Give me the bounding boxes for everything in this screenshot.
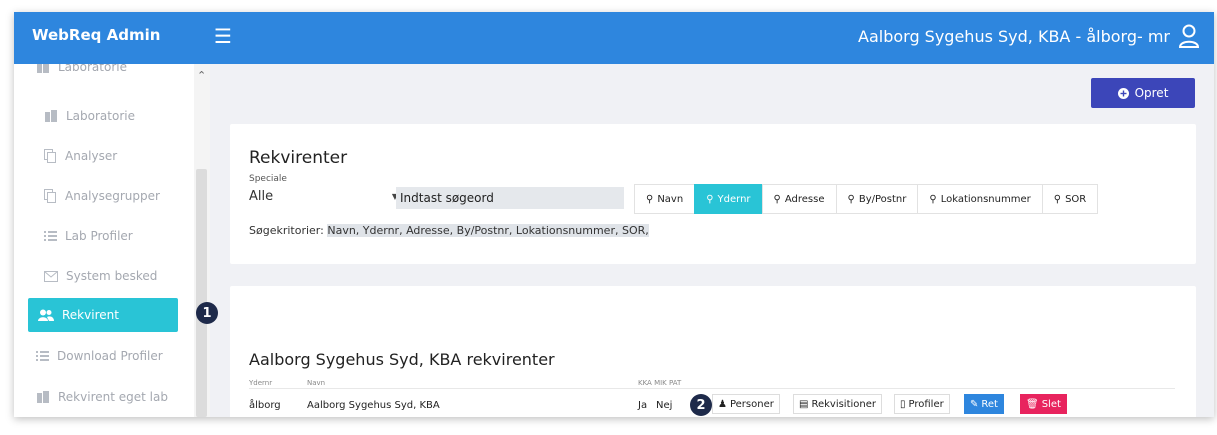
sidebar-item-label: Download Profiler xyxy=(57,349,163,363)
sidebar-item-label: Laboratorie xyxy=(58,64,127,74)
delete-button[interactable]: 🗑 Slet xyxy=(1020,394,1067,414)
criteria-label: Søgekritorier: xyxy=(249,224,324,237)
user-area[interactable]: Aalborg Sygehus Syd, KBA - ålborg- mr xyxy=(858,24,1200,48)
edit-icon: ✎ xyxy=(970,398,979,410)
sidebar-item-label: Laboratorie xyxy=(66,109,135,123)
edit-button[interactable]: ✎ Ret xyxy=(964,394,1004,414)
button-label: Ret xyxy=(981,398,998,410)
scrollbar-thumb[interactable] xyxy=(196,169,207,417)
personer-button[interactable]: ♟ Personer xyxy=(712,394,780,414)
button-label: Adresse xyxy=(784,193,825,205)
users-icon xyxy=(38,309,54,321)
cell-ydernr: ålborg xyxy=(249,400,281,411)
sidebar-item-label: Lab Profiler xyxy=(65,229,133,243)
sidebar-item-system-besked[interactable]: System besked xyxy=(44,269,157,283)
search-by-sor-button[interactable]: ⚲ SOR xyxy=(1041,184,1099,214)
search-field-buttons: ⚲ Navn ⚲ Ydernr ⚲ Adresse ⚲ By/Postnr ⚲ Lokat… xyxy=(634,184,1099,214)
search-criteria: Søgekritorier: Navn, Ydernr, Adresse, By… xyxy=(249,224,649,237)
brand-logo[interactable]: WebReq Admin xyxy=(32,26,160,44)
rekvisitioner-button[interactable]: ▤ Rekvisitioner xyxy=(793,394,882,414)
sidebar-item-download-profiler[interactable]: Download Profiler xyxy=(36,349,163,363)
search-icon: ⚲ xyxy=(646,193,654,205)
sidebar-item-analysegrupper[interactable]: Analysegrupper xyxy=(44,189,160,203)
column-header-kka-mik-pat: KKA MIK PAT xyxy=(638,379,682,387)
button-label: By/Postnr xyxy=(858,193,907,205)
search-icon: ⚲ xyxy=(706,193,714,205)
column-header-ydernr: Ydernr xyxy=(249,379,273,387)
speciale-select[interactable]: Alle ▼ xyxy=(249,184,404,208)
create-button-label: Opret xyxy=(1134,86,1169,100)
user-context: Aalborg Sygehus Syd, KBA - ålborg- mr xyxy=(858,26,1170,46)
button-label: Ydernr xyxy=(717,193,751,205)
search-by-navn-button[interactable]: ⚲ Navn xyxy=(634,184,696,214)
user-icon[interactable] xyxy=(1178,24,1200,48)
building-icon xyxy=(45,110,57,122)
menu-toggle-icon[interactable]: ☰ xyxy=(214,24,232,48)
search-by-adresse-button[interactable]: ⚲ Adresse xyxy=(761,184,837,214)
sidebar-item-rekvirent-eget-lab[interactable]: Rekvirent eget lab xyxy=(36,390,168,404)
sidebar-item-laboratorie-group[interactable]: Laboratorie xyxy=(36,64,127,74)
sidebar-item-label: Rekvirent xyxy=(62,308,119,322)
list-icon xyxy=(44,231,57,241)
results-title: Aalborg Sygehus Syd, KBA rekvirenter xyxy=(249,350,555,369)
copy-icon xyxy=(44,189,56,203)
results-card: Aalborg Sygehus Syd, KBA rekvirenter Yde… xyxy=(230,286,1196,417)
sidebar-item-label: Analysegrupper xyxy=(65,189,160,203)
search-icon: ⚲ xyxy=(929,193,937,205)
main-content: Opret Rekvirenter Speciale Alle ▼ ⚲Navn … xyxy=(214,64,1214,417)
search-input[interactable] xyxy=(396,187,624,209)
button-label: Slet xyxy=(1041,398,1061,410)
sidebar-item-label: System besked xyxy=(66,269,158,283)
scroll-up-icon[interactable]: ⌃ xyxy=(197,69,206,82)
list-icon xyxy=(36,351,49,361)
building-icon xyxy=(37,391,49,403)
button-label: Profiler xyxy=(908,398,944,410)
profiler-button[interactable]: ▯ Profiler xyxy=(894,394,950,414)
list-icon: ▤ xyxy=(799,398,809,410)
app-window: WebReq Admin ☰ Aalborg Sygehus Syd, KBA … xyxy=(14,12,1214,417)
speciale-label: Speciale xyxy=(249,174,287,184)
sidebar-item-analyser[interactable]: Analyser xyxy=(44,149,117,163)
column-header-navn: Navn xyxy=(307,379,326,387)
search-by-lokationsnummer-button[interactable]: ⚲ Lokationsnummer xyxy=(917,184,1043,214)
sidebar: Laboratorie Laboratorie Analyser Analyse… xyxy=(14,64,210,417)
search-title: Rekvirenter xyxy=(249,148,348,168)
sidebar-scrollbar[interactable]: ⌃ xyxy=(194,64,210,417)
search-icon: ⚲ xyxy=(847,193,855,205)
cell-navn: Aalborg Sygehus Syd, KBA xyxy=(307,400,440,411)
cell-kka: Ja xyxy=(638,400,648,411)
sidebar-item-label: Rekvirent eget lab xyxy=(58,390,168,404)
trash-icon: 🗑 xyxy=(1026,398,1039,410)
search-icon: ⚲ xyxy=(1053,193,1062,205)
users-icon: ♟ xyxy=(718,398,727,410)
copy-icon xyxy=(44,149,56,163)
button-label: Personer xyxy=(729,398,774,410)
search-by-by-postnr-button[interactable]: ⚲ By/Postnr xyxy=(835,184,919,214)
search-icon: ⚲ xyxy=(773,193,781,205)
search-by-ydernr-button[interactable]: ⚲ Ydernr xyxy=(694,184,763,214)
plus-circle-icon xyxy=(1117,87,1129,99)
top-bar: WebReq Admin ☰ Aalborg Sygehus Syd, KBA … xyxy=(14,12,1214,64)
callout-badge-2: 2 xyxy=(690,394,712,416)
button-label: SOR xyxy=(1065,193,1087,205)
sidebar-item-lab-profiler[interactable]: Lab Profiler xyxy=(44,229,133,243)
envelope-icon xyxy=(44,270,58,282)
sidebar-item-rekvirent[interactable]: Rekvirent xyxy=(28,298,178,332)
speciale-value: Alle xyxy=(249,188,274,204)
table-header-divider xyxy=(249,388,1175,389)
bookmark-icon: ▯ xyxy=(900,398,906,410)
create-button[interactable]: Opret xyxy=(1091,78,1195,108)
criteria-value: Navn, Ydernr, Adresse, By/Postnr, Lokati… xyxy=(327,224,649,237)
sidebar-item-laboratorie[interactable]: Laboratorie xyxy=(44,109,135,123)
cell-mik: Nej xyxy=(656,400,673,411)
building-icon xyxy=(37,64,49,73)
button-label: Lokationsnummer xyxy=(940,193,1031,205)
search-card: Rekvirenter Speciale Alle ▼ ⚲Navn ⚲Ydern… xyxy=(230,124,1196,264)
sidebar-item-label: Analyser xyxy=(65,149,118,163)
button-label: Rekvisitioner xyxy=(811,398,876,410)
button-label: Navn xyxy=(657,193,684,205)
